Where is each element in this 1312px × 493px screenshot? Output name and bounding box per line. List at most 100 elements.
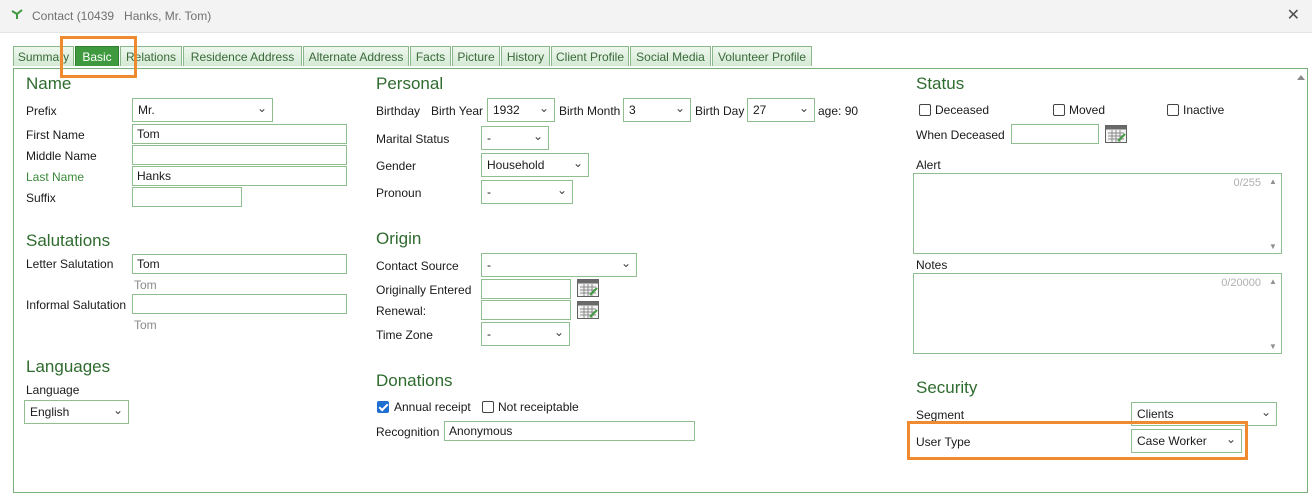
informal-salutation-hint: Tom: [134, 318, 157, 332]
notes-label: Notes: [916, 258, 948, 272]
pronoun-label: Pronoun: [376, 186, 422, 200]
pronoun-value: -: [487, 185, 491, 199]
inactive-checkbox[interactable]: [1167, 104, 1179, 116]
gender-value: Household: [487, 158, 545, 172]
alert-textarea[interactable]: 0/255 ▲ ▼: [913, 173, 1282, 254]
pronoun-select[interactable]: - ⌄: [481, 180, 573, 204]
birth-year-select[interactable]: 1932 ⌄: [487, 98, 555, 122]
alert-label: Alert: [916, 158, 941, 172]
not-receiptable-label: Not receiptable: [498, 400, 579, 414]
annual-receipt-checkbox[interactable]: [377, 401, 389, 413]
language-select[interactable]: English ⌄: [24, 400, 129, 424]
close-icon[interactable]: ✕: [1287, 5, 1300, 25]
contact-source-select[interactable]: - ⌄: [481, 253, 637, 277]
tab-picture[interactable]: Picture: [452, 46, 500, 66]
marital-status-select[interactable]: - ⌄: [481, 126, 549, 150]
status-header: Status: [916, 74, 965, 93]
birthday-label: Birthday: [376, 104, 421, 118]
tab-facts[interactable]: Facts: [410, 46, 451, 66]
birth-month-value: 3: [629, 103, 636, 117]
title-bar: Contact (10439 Hanks, Mr. Tom) ✕: [0, 0, 1312, 33]
language-label: Language: [26, 383, 80, 397]
letter-salutation-label: Letter Salutation: [26, 257, 114, 271]
letter-salutation-hint: Tom: [134, 278, 157, 292]
suffix-label: Suffix: [26, 191, 56, 205]
letter-salutation-field[interactable]: Tom: [132, 254, 347, 274]
moved-checkbox[interactable]: [1053, 104, 1065, 116]
middle-name-label: Middle Name: [26, 149, 97, 163]
last-name-field[interactable]: Hanks: [132, 166, 347, 186]
originally-entered-label: Originally Entered: [376, 283, 472, 297]
annual-receipt-label: Annual receipt: [394, 400, 471, 414]
tab-history[interactable]: History: [501, 46, 550, 66]
recognition-field[interactable]: Anonymous: [444, 421, 695, 441]
time-zone-select[interactable]: - ⌄: [481, 322, 570, 346]
chevron-down-icon: ⌄: [256, 101, 267, 115]
not-receiptable-checkbox[interactable]: [482, 401, 494, 413]
calendar-icon[interactable]: [577, 301, 599, 319]
birth-day-label: Birth Day: [695, 104, 745, 118]
tab-alternate-address[interactable]: Alternate Address: [303, 46, 409, 66]
donations-header: Donations: [376, 371, 453, 390]
time-zone-label: Time Zone: [376, 328, 433, 342]
tab-residence-address[interactable]: Residence Address: [183, 46, 302, 66]
tab-volunteer-profile[interactable]: Volunteer Profile: [712, 46, 812, 66]
language-value: English: [30, 405, 70, 419]
segment-value: Clients: [1137, 407, 1174, 421]
personal-header: Personal: [376, 74, 444, 93]
when-deceased-label: When Deceased: [916, 128, 1005, 142]
contact-source-label: Contact Source: [376, 259, 459, 273]
scroll-down-icon[interactable]: ▼: [1269, 342, 1277, 351]
chevron-down-icon: ⌄: [553, 325, 564, 339]
languages-header: Languages: [26, 357, 111, 376]
birth-month-select[interactable]: 3 ⌄: [623, 98, 691, 122]
time-zone-value: -: [487, 327, 491, 341]
tab-social-media[interactable]: Social Media: [630, 46, 711, 66]
inactive-label: Inactive: [1183, 103, 1225, 117]
deceased-label: Deceased: [935, 103, 990, 117]
middle-name-field[interactable]: [132, 145, 347, 165]
scroll-up-icon[interactable]: ▲: [1269, 177, 1277, 186]
chevron-down-icon: ⌄: [620, 256, 631, 270]
calendar-icon[interactable]: [1105, 125, 1127, 143]
user-type-highlight: [907, 421, 1248, 460]
scroll-down-icon[interactable]: ▼: [1269, 242, 1277, 251]
deceased-checkbox[interactable]: [919, 104, 931, 116]
calendar-icon[interactable]: [577, 279, 599, 297]
prefix-value: Mr.: [138, 103, 155, 117]
tab-client-profile[interactable]: Client Profile: [551, 46, 629, 66]
chevron-down-icon: ⌄: [674, 101, 685, 115]
chevron-down-icon: ⌄: [572, 156, 583, 170]
informal-salutation-field[interactable]: [132, 294, 347, 314]
when-deceased-field[interactable]: [1011, 124, 1099, 144]
renewal-label: Renewal:: [376, 304, 427, 318]
app-logo-icon: [11, 9, 23, 19]
last-name-label: Last Name: [26, 170, 85, 184]
suffix-field[interactable]: [132, 187, 242, 207]
originally-entered-field[interactable]: [481, 279, 571, 299]
first-name-field[interactable]: Tom: [132, 124, 347, 144]
alert-scrollbar[interactable]: ▲ ▼: [1265, 174, 1281, 253]
renewal-field[interactable]: [481, 300, 571, 320]
contact-source-value: -: [487, 258, 491, 272]
prefix-label: Prefix: [26, 104, 57, 118]
basic-tab-highlight: [60, 36, 137, 78]
gender-select[interactable]: Household ⌄: [481, 153, 589, 177]
recognition-label: Recognition: [376, 425, 440, 439]
notes-scrollbar[interactable]: ▲ ▼: [1265, 274, 1281, 353]
age-text: age: 90: [818, 104, 859, 118]
segment-label: Segment: [916, 408, 965, 422]
alert-counter: 0/255: [1233, 177, 1261, 189]
chevron-down-icon: ⌄: [532, 129, 543, 143]
birth-day-select[interactable]: 27 ⌄: [747, 98, 815, 122]
birth-day-value: 27: [753, 103, 767, 117]
prefix-select[interactable]: Mr. ⌄: [132, 98, 273, 122]
birth-year-label: Birth Year: [431, 104, 484, 118]
moved-label: Moved: [1069, 103, 1106, 117]
scroll-up-icon[interactable]: ▲: [1269, 277, 1277, 286]
chevron-down-icon: ⌄: [556, 183, 567, 197]
notes-textarea[interactable]: 0/20000 ▲ ▼: [913, 273, 1282, 354]
marital-status-value: -: [487, 131, 491, 145]
panel-scrollbar[interactable]: [1294, 70, 1308, 493]
notes-counter: 0/20000: [1221, 277, 1261, 289]
